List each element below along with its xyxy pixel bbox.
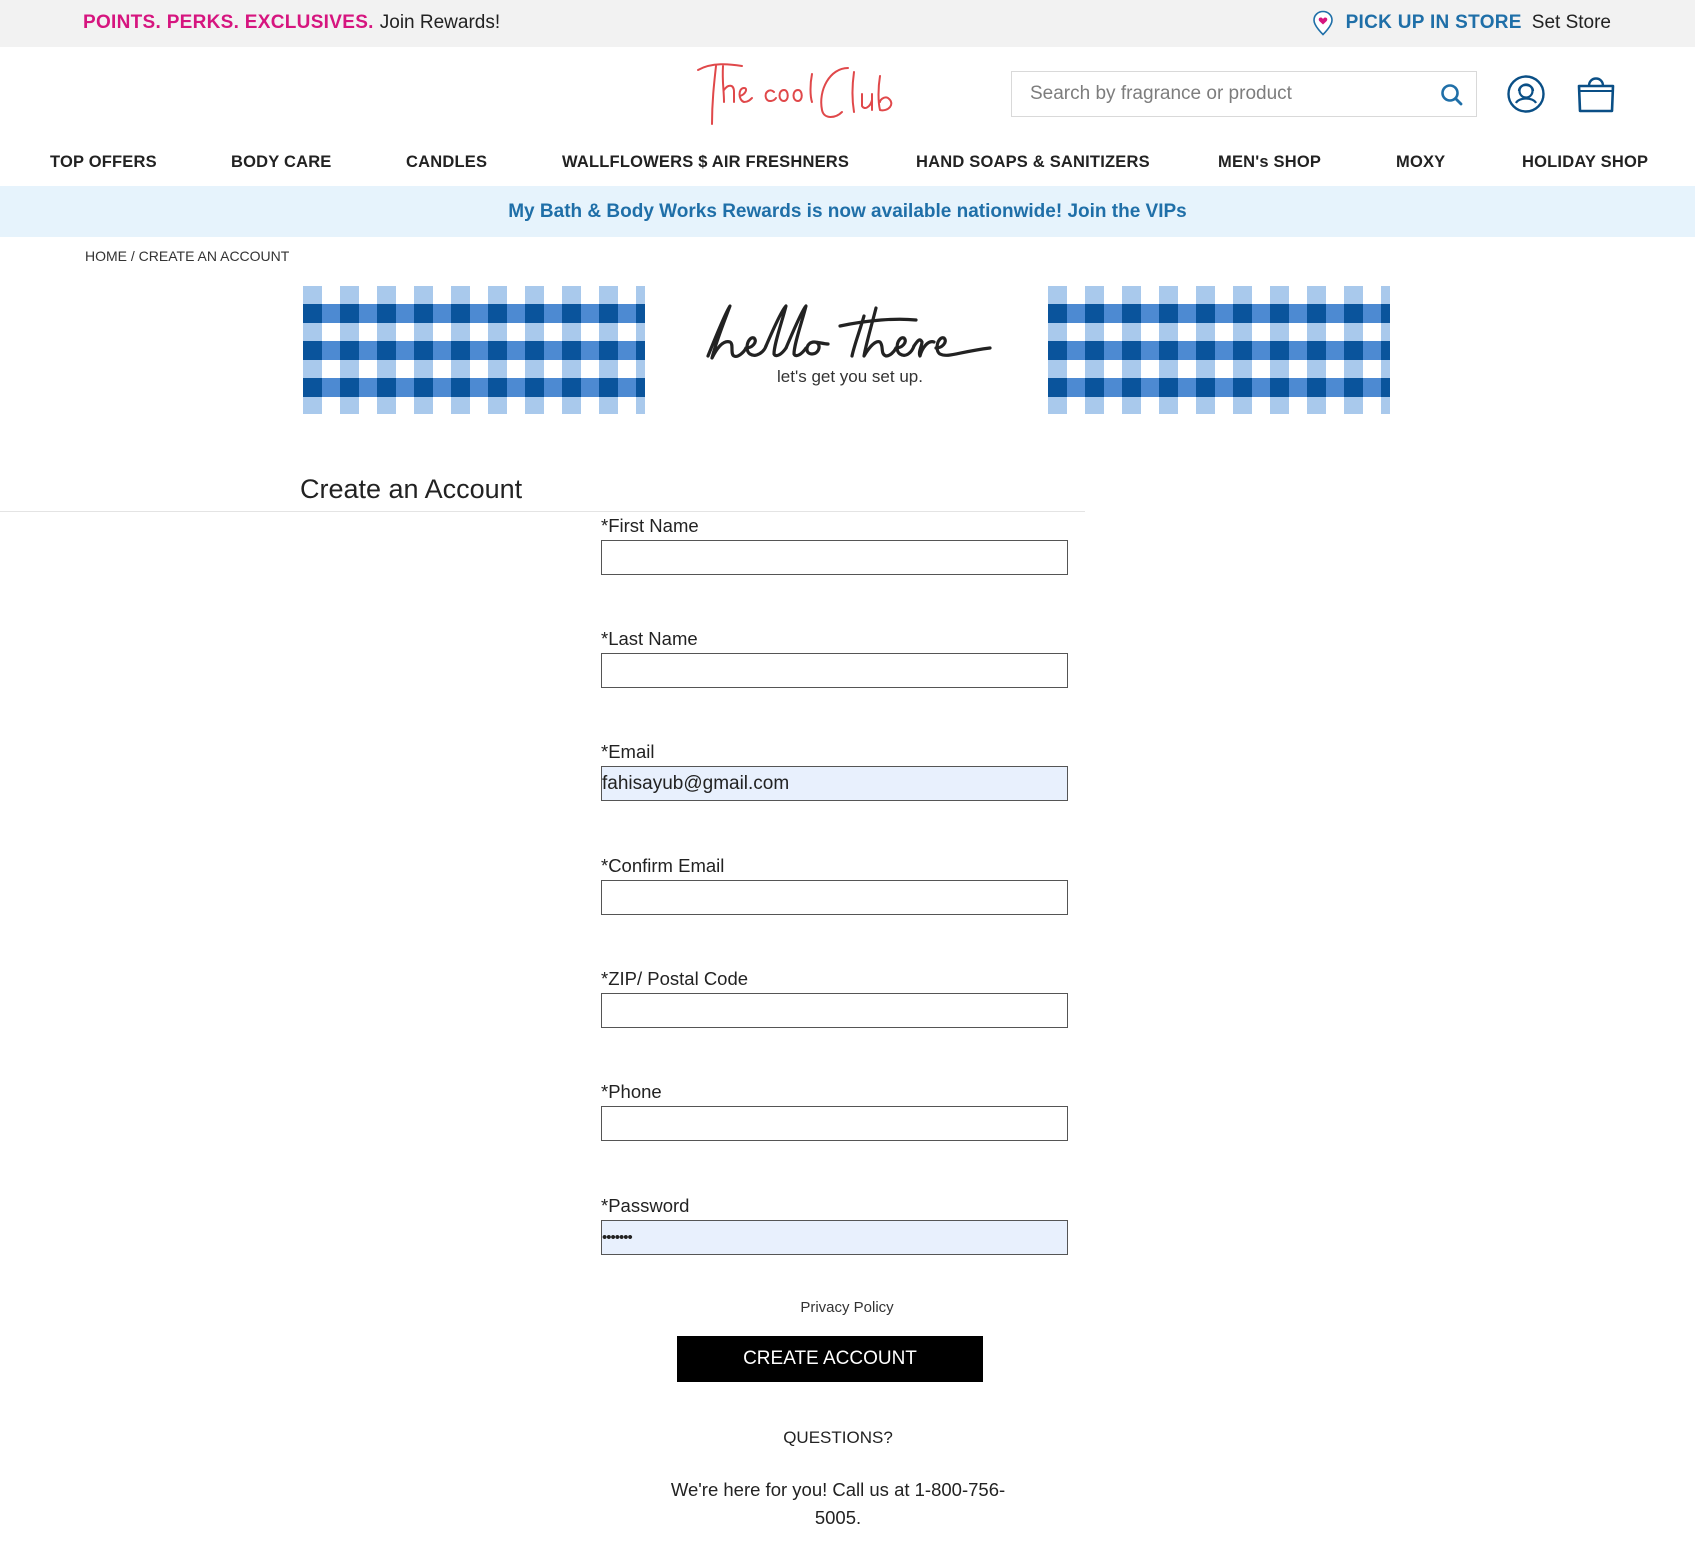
search-input[interactable] [1030,72,1430,116]
nav-item-body-care[interactable]: BODY CARE [231,153,332,172]
zip-code-field[interactable] [601,993,1068,1028]
hero-subtitle: let's get you set up. [777,367,923,386]
search-bar [1011,71,1477,117]
title-divider [0,511,1085,512]
nav-item-mens-shop[interactable]: MEN's SHOP [1218,153,1321,172]
help-line-1: We're here for you! Call us at 1-800-756… [670,1479,1006,1500]
gingham-pattern-right [1048,286,1390,414]
account-icon[interactable] [1506,74,1546,114]
help-line-2: 5005. [814,1507,862,1528]
breadcrumb-separator: / [127,248,139,264]
main-nav: TOP OFFERS BODY CARE CANDLES WALLFLOWERS… [0,150,1695,178]
join-rewards-link[interactable]: Join Rewards! [380,12,500,33]
rewards-promo: POINTS. PERKS. EXCLUSIVES. Join Rewards! [83,12,500,34]
zip-code-label: *ZIP/ Postal Code [601,968,749,989]
hello-there-script [706,304,992,360]
password-label: *Password [601,1195,690,1216]
location-pin-icon [1312,10,1333,36]
privacy-policy-link[interactable]: Privacy Policy [700,1299,994,1316]
gingham-pattern-left [303,286,645,414]
nav-item-holiday-shop[interactable]: HOLIDAY SHOP [1522,153,1648,172]
first-name-field[interactable] [601,540,1068,575]
help-contact-text: We're here for you! Call us at 1-800-756… [660,1476,1016,1532]
phone-label: *Phone [601,1081,662,1102]
breadcrumb-home[interactable]: HOME [85,248,127,264]
breadcrumb-current: CREATE AN ACCOUNT [138,248,290,264]
confirm-email-label: *Confirm Email [601,855,725,876]
nav-item-wallflowers[interactable]: WALLFLOWERS $ AIR FRESHNERS [562,153,849,172]
hello-there-hero: let's get you set up. [690,296,1010,396]
confirm-email-field[interactable] [601,880,1068,915]
pickup-in-store-label: PICK UP IN STORE [1345,12,1522,33]
rewards-banner-link[interactable]: My Bath & Body Works Rewards is now avai… [508,186,1187,237]
create-account-button[interactable]: CREATE ACCOUNT [677,1336,983,1382]
pickup-in-store: PICK UP IN STORE Set Store [1311,10,1611,36]
email-label: *Email [601,741,655,762]
email-field[interactable] [601,766,1068,801]
phone-field[interactable] [601,1106,1068,1141]
last-name-label: *Last Name [601,628,698,649]
set-store-link[interactable]: Set Store [1532,12,1611,34]
questions-heading: QUESTIONS? [783,1428,893,1447]
rewards-banner: My Bath & Body Works Rewards is now avai… [0,186,1695,237]
nav-item-hand-soaps[interactable]: HAND SOAPS & SANITIZERS [916,153,1150,172]
nav-item-candles[interactable]: CANDLES [406,153,487,172]
shopping-bag-icon[interactable] [1575,74,1617,114]
first-name-label: *First Name [601,515,699,536]
nav-item-moxy[interactable]: MOXY [1396,153,1445,172]
page-title: Create an Account [300,474,523,504]
promo-bar: POINTS. PERKS. EXCLUSIVES. Join Rewards! … [0,0,1695,47]
nav-item-top-offers[interactable]: TOP OFFERS [50,153,157,172]
last-name-field[interactable] [601,653,1068,688]
search-icon[interactable] [1438,81,1466,109]
brand-logo[interactable] [690,56,900,132]
breadcrumb: HOME / CREATE AN ACCOUNT [85,248,289,264]
password-field[interactable] [601,1220,1068,1255]
promo-perks-text: POINTS. PERKS. EXCLUSIVES. [83,12,374,33]
